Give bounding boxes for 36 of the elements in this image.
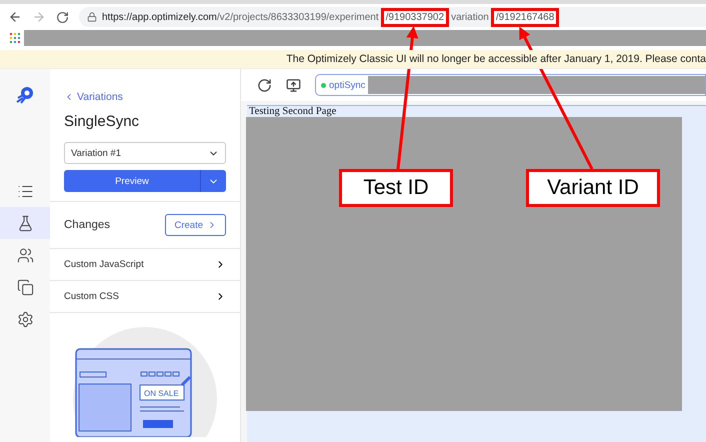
experiment-title: SingleSync <box>64 113 140 130</box>
url-text: https://app.optimizely.com <box>102 12 217 22</box>
url-field[interactable]: optiSync <box>315 74 706 96</box>
dropdown-button[interactable] <box>200 170 226 192</box>
highlighted-url-segment: /9190337902 <box>382 10 448 24</box>
annotation-label: Variant ID <box>526 169 660 207</box>
back-icon[interactable] <box>8 10 22 24</box>
flask-icon <box>16 214 34 232</box>
link-text: Variations <box>77 91 123 103</box>
preview-button[interactable]: Preview <box>64 170 200 192</box>
notice-banner: The Optimizely Classic UI will no longer be accessible after January 1, 2019. Please conta <box>0 50 706 69</box>
users-icon <box>16 246 34 264</box>
page-heading: Testing Second Page <box>248 106 338 117</box>
windows-icon <box>16 278 34 296</box>
settings-icon <box>16 310 34 328</box>
list-row[interactable]: Custom CSS <box>50 280 240 312</box>
screen-icon[interactable] <box>286 78 301 92</box>
site-tag: optiSync <box>329 80 366 90</box>
section-label: Changes <box>64 219 110 231</box>
annotation-label: Test ID <box>339 169 453 207</box>
create-button[interactable]: Create <box>165 214 226 236</box>
url-text: variation <box>451 12 489 22</box>
rocket-logo-icon[interactable] <box>15 85 35 105</box>
web-page-illustration-drawing: ON SALE <box>70 327 220 437</box>
highlighted-url-segment: /9192167468 <box>492 10 558 24</box>
back-link[interactable]: Variations <box>64 91 226 103</box>
refresh-icon[interactable] <box>257 78 272 92</box>
reload-icon[interactable] <box>56 10 69 24</box>
lock-icon <box>87 12 97 22</box>
list-row[interactable]: Custom JavaScript <box>50 248 240 280</box>
url-text: /v2/projects/8633303199/experiment <box>216 12 379 22</box>
variation-dropdown[interactable]: Variation #1 <box>64 142 226 164</box>
status-dot-icon <box>321 82 326 88</box>
address-bar[interactable]: https://app.optimizely.com/v2/projects/8633303199/experiment /9190337902 variation /9192167468 <box>79 7 706 27</box>
nav-item[interactable] <box>0 207 50 239</box>
apps-grid-icon[interactable] <box>10 33 20 43</box>
